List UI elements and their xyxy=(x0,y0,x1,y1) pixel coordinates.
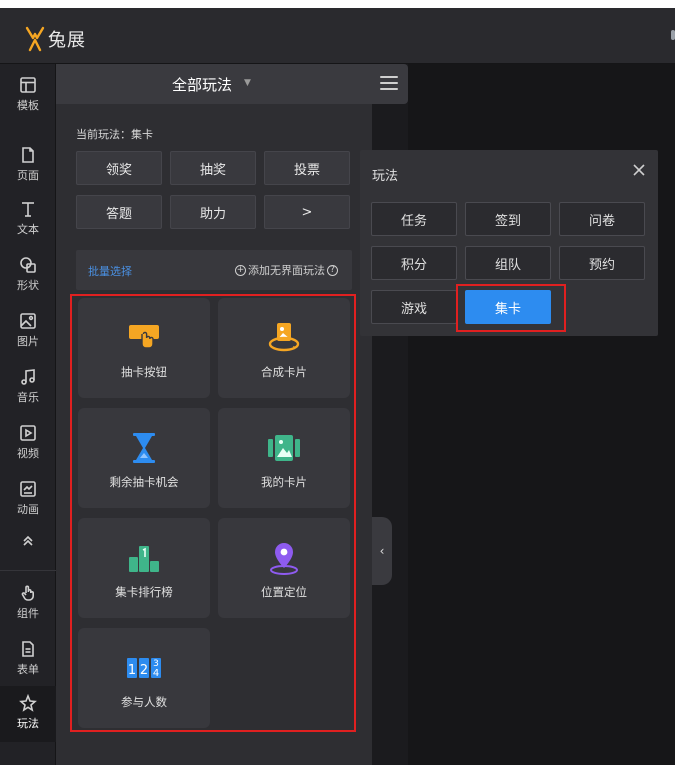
help-circle-icon[interactable]: ? xyxy=(327,264,338,276)
sidebar-item-label: 动画 xyxy=(17,503,39,516)
close-icon[interactable] xyxy=(632,162,646,176)
sidebar-item-gameplay[interactable]: 玩法 xyxy=(0,686,56,742)
panel-header: 全部玩法 ▼ xyxy=(56,64,408,104)
component-card-location[interactable]: 位置定位 xyxy=(218,518,350,618)
gameplay-button-quiz[interactable]: 答题 xyxy=(76,195,162,229)
hand-pointer-icon xyxy=(19,584,37,602)
panel-collapse-tab[interactable]: ‹ xyxy=(372,517,392,585)
selected-option-highlight xyxy=(456,284,566,332)
card-label: 抽卡按钮 xyxy=(121,365,167,379)
video-icon xyxy=(19,424,37,442)
sidebar-item-label: 视频 xyxy=(17,447,39,460)
sidebar-item-component[interactable]: 组件 xyxy=(0,576,56,628)
image-icon xyxy=(19,312,37,330)
card-label: 合成卡片 xyxy=(261,365,307,379)
gameplay-button-lottery[interactable]: 抽奖 xyxy=(170,151,256,185)
gameplay-panel: 全部玩法 ▼ 当前玩法：集卡 领奖 抽奖 投票 答题 助力 > 批量选择 + 添… xyxy=(56,64,408,765)
popup-title: 玩法 xyxy=(372,169,399,184)
component-card-leaderboard[interactable]: 集卡排行榜 xyxy=(78,518,210,618)
card-label: 我的卡片 xyxy=(261,475,307,489)
plus-circle-icon: + xyxy=(235,264,246,276)
leaderboard-icon xyxy=(129,546,159,572)
gameplay-button-claim-prize[interactable]: 领奖 xyxy=(76,151,162,185)
gameplay-option-points[interactable]: 积分 xyxy=(371,246,457,280)
sidebar-item-template[interactable]: 模板 xyxy=(0,68,56,120)
sidebar-item-label: 文本 xyxy=(17,223,39,236)
sidebar-item-label: 图片 xyxy=(17,335,39,348)
batch-toolbar: 批量选择 + 添加无界面玩法 ? xyxy=(76,250,352,290)
add-link-label: 添加无界面玩法 xyxy=(248,264,325,277)
rabbit-logo-icon xyxy=(25,26,45,52)
sidebar-item-shape[interactable]: 形状 xyxy=(0,248,56,300)
compose-card-icon xyxy=(268,323,300,352)
logo[interactable]: 兔展 xyxy=(24,26,86,52)
component-card-participants[interactable]: 1 2 3 4 参与人数 xyxy=(78,628,210,728)
sidebar-item-label: 组件 xyxy=(17,607,39,620)
component-card-remaining-chances[interactable]: 剩余抽卡机会 xyxy=(78,408,210,508)
sidebar-item-image[interactable]: 图片 xyxy=(0,304,56,356)
caret-down-icon[interactable]: ▼ xyxy=(244,78,251,88)
component-card-my-cards[interactable]: 我的卡片 xyxy=(218,408,350,508)
gameplay-option-task[interactable]: 任务 xyxy=(371,202,457,236)
counter-digit: 4 xyxy=(153,668,159,679)
card-label: 剩余抽卡机会 xyxy=(109,475,179,489)
hourglass-icon xyxy=(133,433,155,463)
chevron-left-icon: ‹ xyxy=(379,544,385,558)
gameplay-option-checkin[interactable]: 签到 xyxy=(465,202,551,236)
sidebar-item-page[interactable]: 页面 xyxy=(0,138,56,190)
sidebar-collapse-toggle[interactable] xyxy=(0,524,56,560)
gameplay-button-boost[interactable]: 助力 xyxy=(170,195,256,229)
animation-icon xyxy=(19,480,37,498)
gameplay-option-reservation[interactable]: 预约 xyxy=(559,246,645,280)
counter-icon: 1 2 3 4 xyxy=(127,658,161,679)
template-icon xyxy=(19,76,37,94)
add-headless-gameplay-link[interactable]: + 添加无界面玩法 ? xyxy=(233,262,340,278)
sidebar-item-label: 表单 xyxy=(17,663,39,676)
sidebar-item-video[interactable]: 视频 xyxy=(0,416,56,468)
batch-select-link[interactable]: 批量选择 xyxy=(88,263,132,279)
sidebar-item-music[interactable]: 音乐 xyxy=(0,360,56,412)
browser-top-strip xyxy=(0,0,675,8)
page-icon xyxy=(19,146,37,164)
counter-digit: 1 xyxy=(128,663,136,678)
app-header: 兔展 xyxy=(0,8,675,64)
form-icon xyxy=(19,640,37,658)
sidebar-item-form[interactable]: 表单 xyxy=(0,632,56,684)
music-icon xyxy=(19,368,37,386)
logo-text: 兔展 xyxy=(48,30,86,51)
sidebar-item-label: 形状 xyxy=(17,279,39,292)
location-pin-icon xyxy=(270,543,298,575)
gameplay-button-vote[interactable]: 投票 xyxy=(264,151,350,185)
shape-icon xyxy=(19,256,37,274)
card-label: 集卡排行榜 xyxy=(115,585,173,599)
left-sidebar: 模板 页面 文本 形状 图片 音乐 视频 动画 组件 表单 玩法 xyxy=(0,64,56,765)
sidebar-item-label: 页面 xyxy=(17,169,39,182)
sidebar-item-label: 玩法 xyxy=(17,717,39,730)
double-chevron-up-icon xyxy=(19,532,37,550)
card-label: 参与人数 xyxy=(121,695,167,709)
component-card-compose[interactable]: 合成卡片 xyxy=(218,298,350,398)
panel-title[interactable]: 全部玩法 xyxy=(172,74,232,95)
sidebar-item-animation[interactable]: 动画 xyxy=(0,472,56,524)
gameplay-option-game[interactable]: 游戏 xyxy=(371,290,457,324)
header-edge-indicator xyxy=(671,30,675,40)
sidebar-item-text[interactable]: 文本 xyxy=(0,192,56,244)
hamburger-menu-icon[interactable] xyxy=(380,76,398,90)
card-label: 位置定位 xyxy=(261,585,307,599)
sidebar-item-label: 音乐 xyxy=(17,391,39,404)
component-card-draw-button[interactable]: 抽卡按钮 xyxy=(78,298,210,398)
current-gameplay-label: 当前玩法：集卡 xyxy=(76,128,153,141)
gameplay-option-team[interactable]: 组队 xyxy=(465,246,551,280)
text-icon xyxy=(19,200,37,218)
sidebar-divider xyxy=(0,570,56,571)
sidebar-item-label: 模板 xyxy=(17,99,39,112)
counter-digit: 2 xyxy=(140,663,148,678)
draw-card-button-icon xyxy=(129,325,159,349)
gameplay-option-survey[interactable]: 问卷 xyxy=(559,202,645,236)
gameplay-more-button[interactable]: > xyxy=(264,195,350,229)
my-cards-icon xyxy=(268,435,300,461)
gameplay-icon xyxy=(19,694,37,712)
